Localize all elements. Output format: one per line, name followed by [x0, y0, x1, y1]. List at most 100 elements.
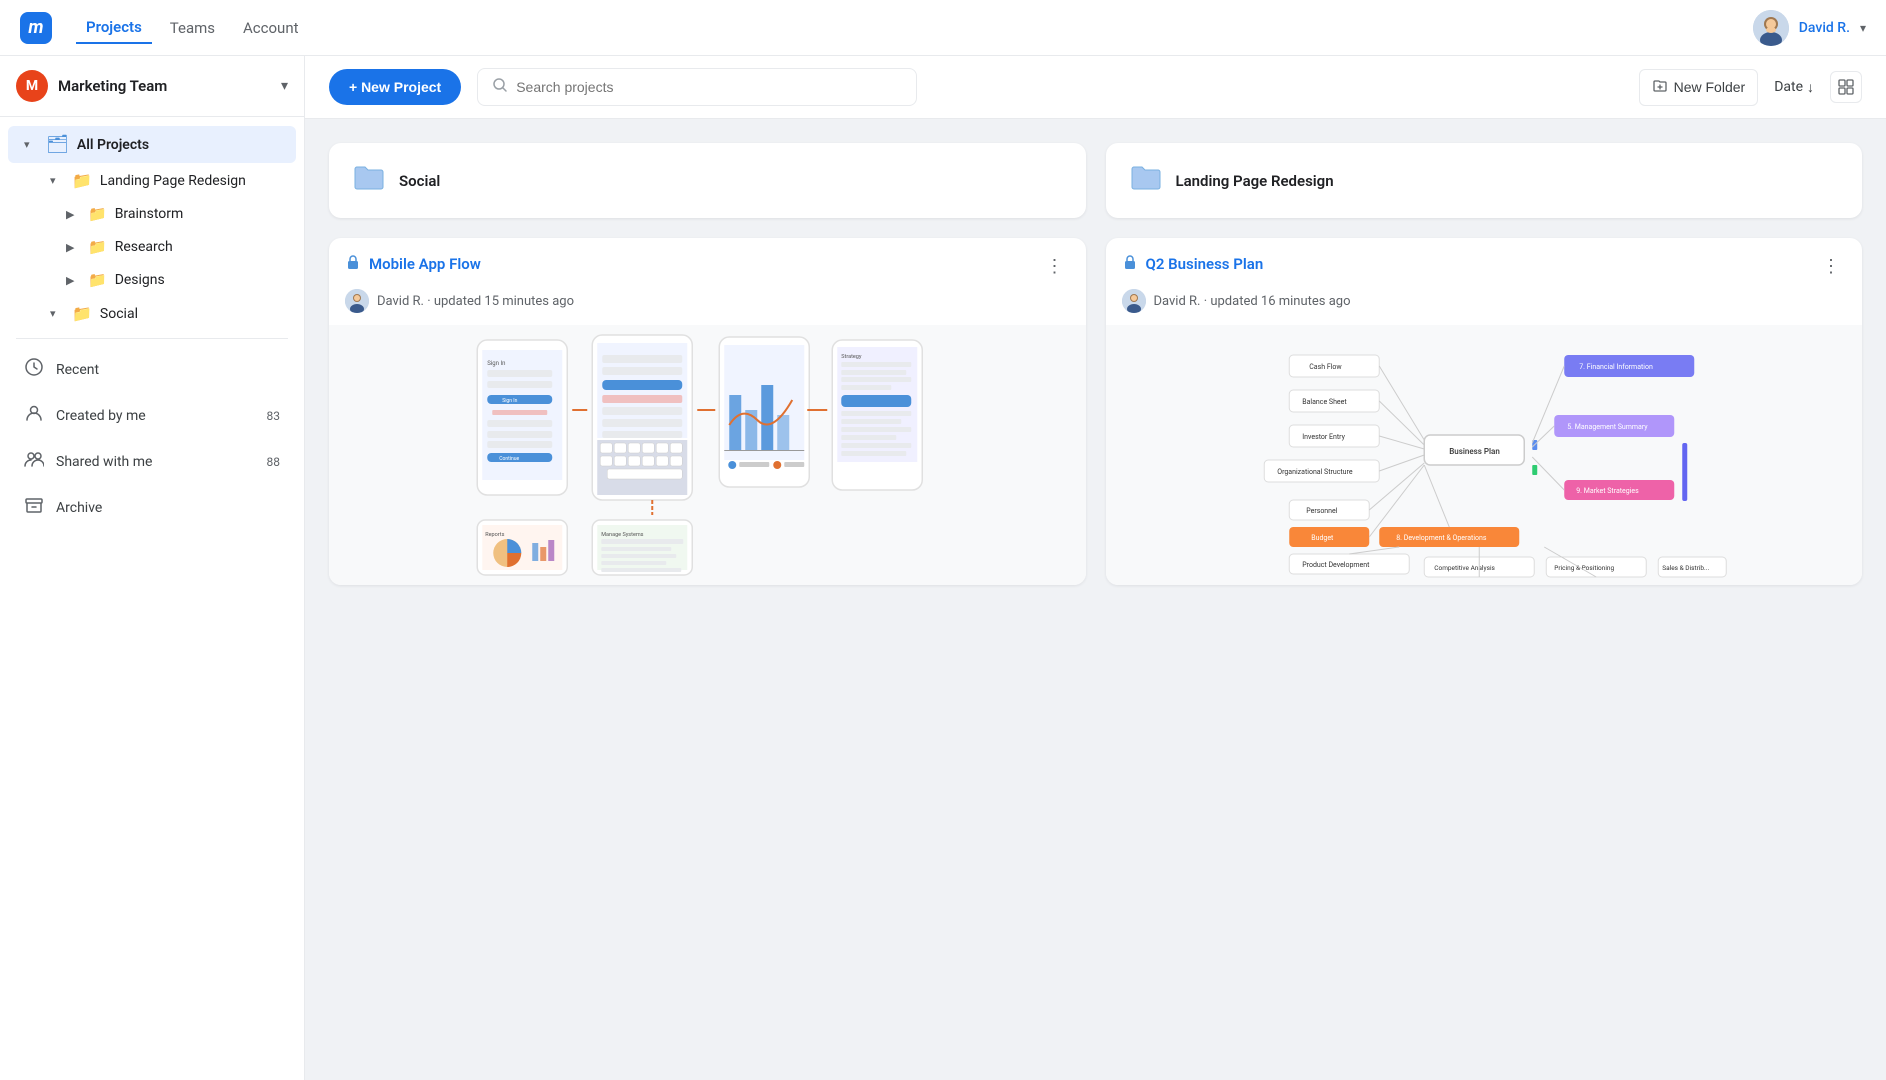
svg-text:Product Development: Product Development: [1302, 561, 1370, 569]
user-name[interactable]: David R.: [1799, 20, 1850, 36]
project-menu-button[interactable]: ⋮: [1816, 254, 1846, 279]
sidebar-divider: [16, 338, 288, 339]
new-project-button[interactable]: + New Project: [329, 69, 461, 105]
brainstorm-folder-icon: 📁: [88, 205, 107, 223]
nav-link-account[interactable]: Account: [233, 13, 309, 43]
content-area: + New Project: [305, 56, 1886, 1080]
social-folder-icon: 📁: [72, 304, 92, 323]
user-menu-chevron: ▾: [1860, 21, 1866, 35]
landing-page-chevron-icon: ▾: [50, 174, 64, 187]
project-card-header: Q2 Business Plan ⋮: [1106, 238, 1863, 289]
new-folder-label: New Folder: [1674, 79, 1746, 95]
folder-card-social[interactable]: Social: [329, 143, 1086, 218]
svg-text:Cash Flow: Cash Flow: [1309, 363, 1342, 371]
sidebar-item-archive[interactable]: Archive: [8, 485, 296, 530]
date-sort-button[interactable]: Date ↓: [1774, 79, 1814, 96]
search-bar: [477, 68, 917, 106]
workspace-icon: M: [16, 70, 48, 102]
sidebar-item-brainstorm[interactable]: ▶ 📁 Brainstorm: [8, 198, 296, 230]
sidebar-item-label: Created by me: [56, 408, 146, 424]
folder-plus-icon: [1652, 78, 1668, 97]
project-title: Mobile App Flow: [369, 255, 481, 273]
project-preview-mindmap: Business Plan Cash Flow: [1106, 325, 1863, 585]
svg-text:Manage Systems: Manage Systems: [601, 532, 643, 538]
project-separator: ·: [427, 294, 434, 309]
sidebar-item-label: Research: [115, 239, 173, 255]
project-updated: updated 15 minutes ago: [434, 294, 574, 309]
top-navigation: m Projects Teams Account David R. ▾: [0, 0, 1886, 56]
svg-text:Sign In: Sign In: [502, 398, 517, 404]
svg-text:Competitive Analysis: Competitive Analysis: [1434, 564, 1495, 572]
sidebar-item-research[interactable]: ▶ 📁 Research: [8, 231, 296, 263]
sidebar-all-projects[interactable]: ▾ 🗂 All Projects: [8, 126, 296, 163]
brainstorm-chevron-icon: ▶: [66, 208, 80, 221]
project-menu-button[interactable]: ⋮: [1040, 254, 1070, 279]
project-author-avatar: [1122, 289, 1146, 313]
research-chevron-icon: ▶: [66, 241, 80, 254]
sidebar-item-social[interactable]: ▾ 📁 Social: [8, 297, 296, 330]
all-projects-label: All Projects: [77, 137, 280, 153]
sidebar-item-designs[interactable]: ▶ 📁 Designs: [8, 264, 296, 296]
svg-text:Balance Sheet: Balance Sheet: [1302, 398, 1347, 406]
svg-text:Reports: Reports: [485, 532, 504, 538]
sidebar-item-created-by-me[interactable]: Created by me 83: [8, 393, 296, 438]
svg-text:Organizational Structure: Organizational Structure: [1277, 468, 1353, 476]
sidebar-item-shared-with-me[interactable]: Shared with me 88: [8, 439, 296, 484]
project-updated: updated 16 minutes ago: [1210, 294, 1350, 309]
workspace-name: Marketing Team: [58, 77, 271, 95]
svg-text:Budget: Budget: [1311, 534, 1334, 542]
sidebar-item-landing-page-redesign[interactable]: ▾ 📁 Landing Page Redesign: [8, 164, 296, 197]
sort-arrow-icon: ↓: [1807, 79, 1814, 96]
sidebar: M Marketing Team ▾ ▾ 🗂 All Projects ▾ 📁 …: [0, 56, 305, 1080]
folder-card-landing-page-redesign[interactable]: Landing Page Redesign: [1106, 143, 1863, 218]
toolbar-right: New Folder Date ↓: [1639, 69, 1862, 106]
designs-chevron-icon: ▶: [66, 274, 80, 287]
svg-text:9. Market Strategies: 9. Market Strategies: [1576, 487, 1639, 495]
landing-page-folder-icon: 📁: [72, 171, 92, 190]
svg-text:Sales & Distrib...: Sales & Distrib...: [1662, 564, 1709, 572]
svg-text:Investor Entry: Investor Entry: [1302, 433, 1345, 441]
project-author-avatar: [345, 289, 369, 313]
svg-text:5. Management Summary: 5. Management Summary: [1567, 423, 1648, 431]
created-by-me-badge: 83: [267, 409, 281, 423]
clock-icon: [24, 357, 44, 382]
social-chevron-icon: ▾: [50, 307, 64, 320]
project-card-mobile-app-flow[interactable]: Mobile App Flow ⋮ David R.: [329, 238, 1086, 585]
main-layout: M Marketing Team ▾ ▾ 🗂 All Projects ▾ 📁 …: [0, 56, 1886, 1080]
people-icon: [24, 449, 44, 474]
shared-with-me-badge: 88: [267, 455, 281, 469]
nav-link-projects[interactable]: Projects: [76, 12, 152, 44]
search-icon: [492, 77, 508, 97]
project-title-row: Mobile App Flow: [345, 254, 481, 274]
sidebar-item-label: Archive: [56, 500, 102, 516]
nav-link-teams[interactable]: Teams: [160, 13, 225, 43]
archive-icon: [24, 495, 44, 520]
new-folder-button[interactable]: New Folder: [1639, 69, 1759, 106]
designs-folder-icon: 📁: [88, 271, 107, 289]
project-card-q2-business-plan[interactable]: Q2 Business Plan ⋮ David R.: [1106, 238, 1863, 585]
project-card-header: Mobile App Flow ⋮: [329, 238, 1086, 289]
svg-text:Continue: Continue: [499, 456, 519, 462]
project-meta: David R. · updated 16 minutes ago: [1106, 289, 1863, 325]
research-folder-icon: 📁: [88, 238, 107, 256]
sidebar-item-label: Brainstorm: [115, 206, 184, 222]
search-input[interactable]: [516, 79, 902, 95]
all-projects-folder-icon: 🗂: [46, 134, 69, 155]
project-meta: David R. · updated 15 minutes ago: [329, 289, 1086, 325]
folder-name: Landing Page Redesign: [1176, 172, 1334, 190]
sidebar-item-label: Shared with me: [56, 454, 152, 470]
app-logo: m: [20, 12, 52, 44]
nav-right: David R. ▾: [1753, 10, 1866, 46]
svg-text:Strategy: Strategy: [841, 354, 862, 360]
svg-text:Personnel: Personnel: [1306, 507, 1338, 515]
folder-icon: [1130, 163, 1162, 198]
sidebar-item-label: Landing Page Redesign: [100, 173, 246, 189]
sidebar-tree: ▾ 🗂 All Projects ▾ 📁 Landing Page Redesi…: [0, 117, 304, 1080]
project-author: David R.: [377, 294, 424, 309]
svg-text:Business Plan: Business Plan: [1449, 447, 1500, 456]
project-author: David R.: [1154, 294, 1201, 309]
sidebar-item-recent[interactable]: Recent: [8, 347, 296, 392]
grid-view-button[interactable]: [1830, 71, 1862, 103]
workspace-selector[interactable]: M Marketing Team ▾: [0, 56, 304, 117]
sidebar-item-label: Recent: [56, 362, 99, 378]
